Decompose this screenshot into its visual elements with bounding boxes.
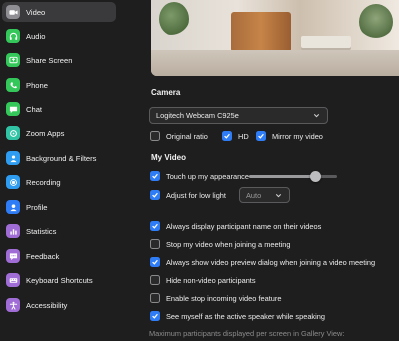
checkbox-label: Original ratio bbox=[166, 131, 208, 141]
sidebar-item-chat[interactable]: Chat bbox=[2, 99, 116, 119]
sidebar-item-keyboard-shortcuts[interactable]: Keyboard Shortcuts bbox=[2, 270, 116, 290]
checkbox[interactable] bbox=[150, 131, 160, 141]
checkbox-label: HD bbox=[238, 131, 249, 141]
checkbox[interactable] bbox=[256, 131, 266, 141]
accessibility-icon bbox=[6, 298, 20, 312]
video-icon bbox=[6, 5, 20, 19]
settings-sidebar: Video Audio Share Screen Phone Chat Zoom… bbox=[0, 0, 120, 341]
feedback-icon bbox=[6, 249, 20, 263]
slider-thumb[interactable] bbox=[310, 171, 321, 182]
sidebar-item-label: Statistics bbox=[26, 226, 57, 236]
sidebar-item-background-filters[interactable]: Background & Filters bbox=[2, 148, 116, 168]
person-icon bbox=[6, 151, 20, 165]
camera-preview bbox=[151, 0, 399, 76]
profile-icon bbox=[6, 200, 20, 214]
checkbox[interactable] bbox=[150, 190, 160, 200]
checkbox-label: Enable stop incoming video feature bbox=[166, 293, 282, 303]
sidebar-item-share-screen[interactable]: Share Screen bbox=[2, 50, 116, 70]
checkbox[interactable] bbox=[222, 131, 232, 141]
sidebar-item-zoom-apps[interactable]: Zoom Apps bbox=[2, 123, 116, 143]
checkbox[interactable] bbox=[150, 311, 160, 321]
checkbox[interactable] bbox=[150, 275, 160, 285]
checkbox-label: Stop my video when joining a meeting bbox=[166, 239, 291, 249]
checkmark-icon bbox=[152, 173, 158, 179]
hide-non-video-checkbox[interactable]: Hide non-video participants bbox=[150, 275, 256, 285]
checkbox-label: Always display participant name on their… bbox=[166, 221, 322, 231]
original-ratio-checkbox[interactable]: Original ratio bbox=[150, 131, 208, 141]
sidebar-item-feedback[interactable]: Feedback bbox=[2, 246, 116, 266]
sidebar-item-label: Zoom Apps bbox=[26, 128, 65, 138]
checkmark-icon bbox=[258, 133, 264, 139]
video-preview-dialog-checkbox[interactable]: Always show video preview dialog when jo… bbox=[150, 257, 375, 267]
sidebar-item-statistics[interactable]: Statistics bbox=[2, 221, 116, 241]
mirror-video-checkbox[interactable]: Mirror my video bbox=[256, 131, 323, 141]
camera-select[interactable]: Logitech Webcam C925e bbox=[149, 107, 328, 124]
record-icon bbox=[6, 175, 20, 189]
low-light-mode-select[interactable]: Auto bbox=[239, 187, 290, 203]
sidebar-item-label: Background & Filters bbox=[26, 153, 97, 163]
checkbox-label: Hide non-video participants bbox=[166, 275, 256, 285]
checkbox[interactable] bbox=[150, 221, 160, 231]
sidebar-item-label: Chat bbox=[26, 104, 43, 114]
share-screen-icon bbox=[6, 53, 20, 67]
checkmark-icon bbox=[152, 223, 158, 229]
checkbox[interactable] bbox=[150, 257, 160, 267]
sidebar-item-label: Phone bbox=[26, 80, 48, 90]
camera-heading: Camera bbox=[151, 88, 181, 97]
sidebar-item-recording[interactable]: Recording bbox=[2, 172, 116, 192]
checkbox-label: Touch up my appearance bbox=[166, 171, 249, 181]
checkmark-icon bbox=[224, 133, 230, 139]
checkbox[interactable] bbox=[150, 293, 160, 303]
checkbox[interactable] bbox=[150, 239, 160, 249]
stop-video-joining-checkbox[interactable]: Stop my video when joining a meeting bbox=[150, 239, 290, 249]
checkbox-label: Always show video preview dialog when jo… bbox=[166, 257, 376, 267]
low-light-mode-value: Auto bbox=[246, 190, 262, 200]
display-participant-name-checkbox[interactable]: Always display participant name on their… bbox=[150, 221, 321, 231]
keyboard-icon bbox=[6, 273, 20, 287]
video-settings-panel: Camera Logitech Webcam C925e Original ra… bbox=[120, 0, 399, 341]
camera-select-value: Logitech Webcam C925e bbox=[156, 111, 239, 120]
touch-up-slider[interactable] bbox=[249, 171, 337, 182]
checkbox-label: Mirror my video bbox=[272, 131, 323, 141]
checkmark-icon bbox=[152, 313, 158, 319]
sidebar-item-phone[interactable]: Phone bbox=[2, 75, 116, 95]
headphones-icon bbox=[6, 29, 20, 43]
checkbox-label: See myself as the active speaker while s… bbox=[166, 311, 325, 321]
gallery-view-note: Maximum participants displayed per scree… bbox=[149, 329, 345, 338]
see-myself-active-speaker-checkbox[interactable]: See myself as the active speaker while s… bbox=[150, 311, 325, 321]
sidebar-item-audio[interactable]: Audio bbox=[2, 26, 116, 46]
sidebar-item-label: Profile bbox=[26, 202, 48, 212]
statistics-icon bbox=[6, 224, 20, 238]
low-light-checkbox[interactable]: Adjust for low light bbox=[150, 190, 226, 200]
chat-icon bbox=[6, 102, 20, 116]
sidebar-item-label: Audio bbox=[26, 31, 46, 41]
checkbox-label: Adjust for low light bbox=[166, 190, 226, 200]
sidebar-item-label: Recording bbox=[26, 177, 61, 187]
checkmark-icon bbox=[152, 259, 158, 265]
chevron-down-icon bbox=[275, 194, 282, 198]
my-video-heading: My Video bbox=[151, 153, 186, 162]
checkbox[interactable] bbox=[150, 171, 160, 181]
sidebar-item-label: Keyboard Shortcuts bbox=[26, 275, 93, 285]
slider-fill bbox=[249, 175, 315, 178]
apps-icon bbox=[6, 126, 20, 140]
chevron-down-icon bbox=[313, 114, 320, 118]
sidebar-item-profile[interactable]: Profile bbox=[2, 197, 116, 217]
sidebar-item-label: Share Screen bbox=[26, 55, 73, 65]
touch-up-checkbox[interactable]: Touch up my appearance bbox=[150, 171, 249, 181]
hd-checkbox[interactable]: HD bbox=[222, 131, 249, 141]
sidebar-item-label: Accessibility bbox=[26, 300, 68, 310]
phone-icon bbox=[6, 78, 20, 92]
checkmark-icon bbox=[152, 192, 158, 198]
sidebar-item-video[interactable]: Video bbox=[2, 2, 116, 22]
sidebar-item-label: Feedback bbox=[26, 251, 60, 261]
stop-incoming-video-checkbox[interactable]: Enable stop incoming video feature bbox=[150, 293, 281, 303]
sidebar-item-accessibility[interactable]: Accessibility bbox=[2, 295, 116, 315]
sidebar-item-label: Video bbox=[26, 7, 46, 17]
